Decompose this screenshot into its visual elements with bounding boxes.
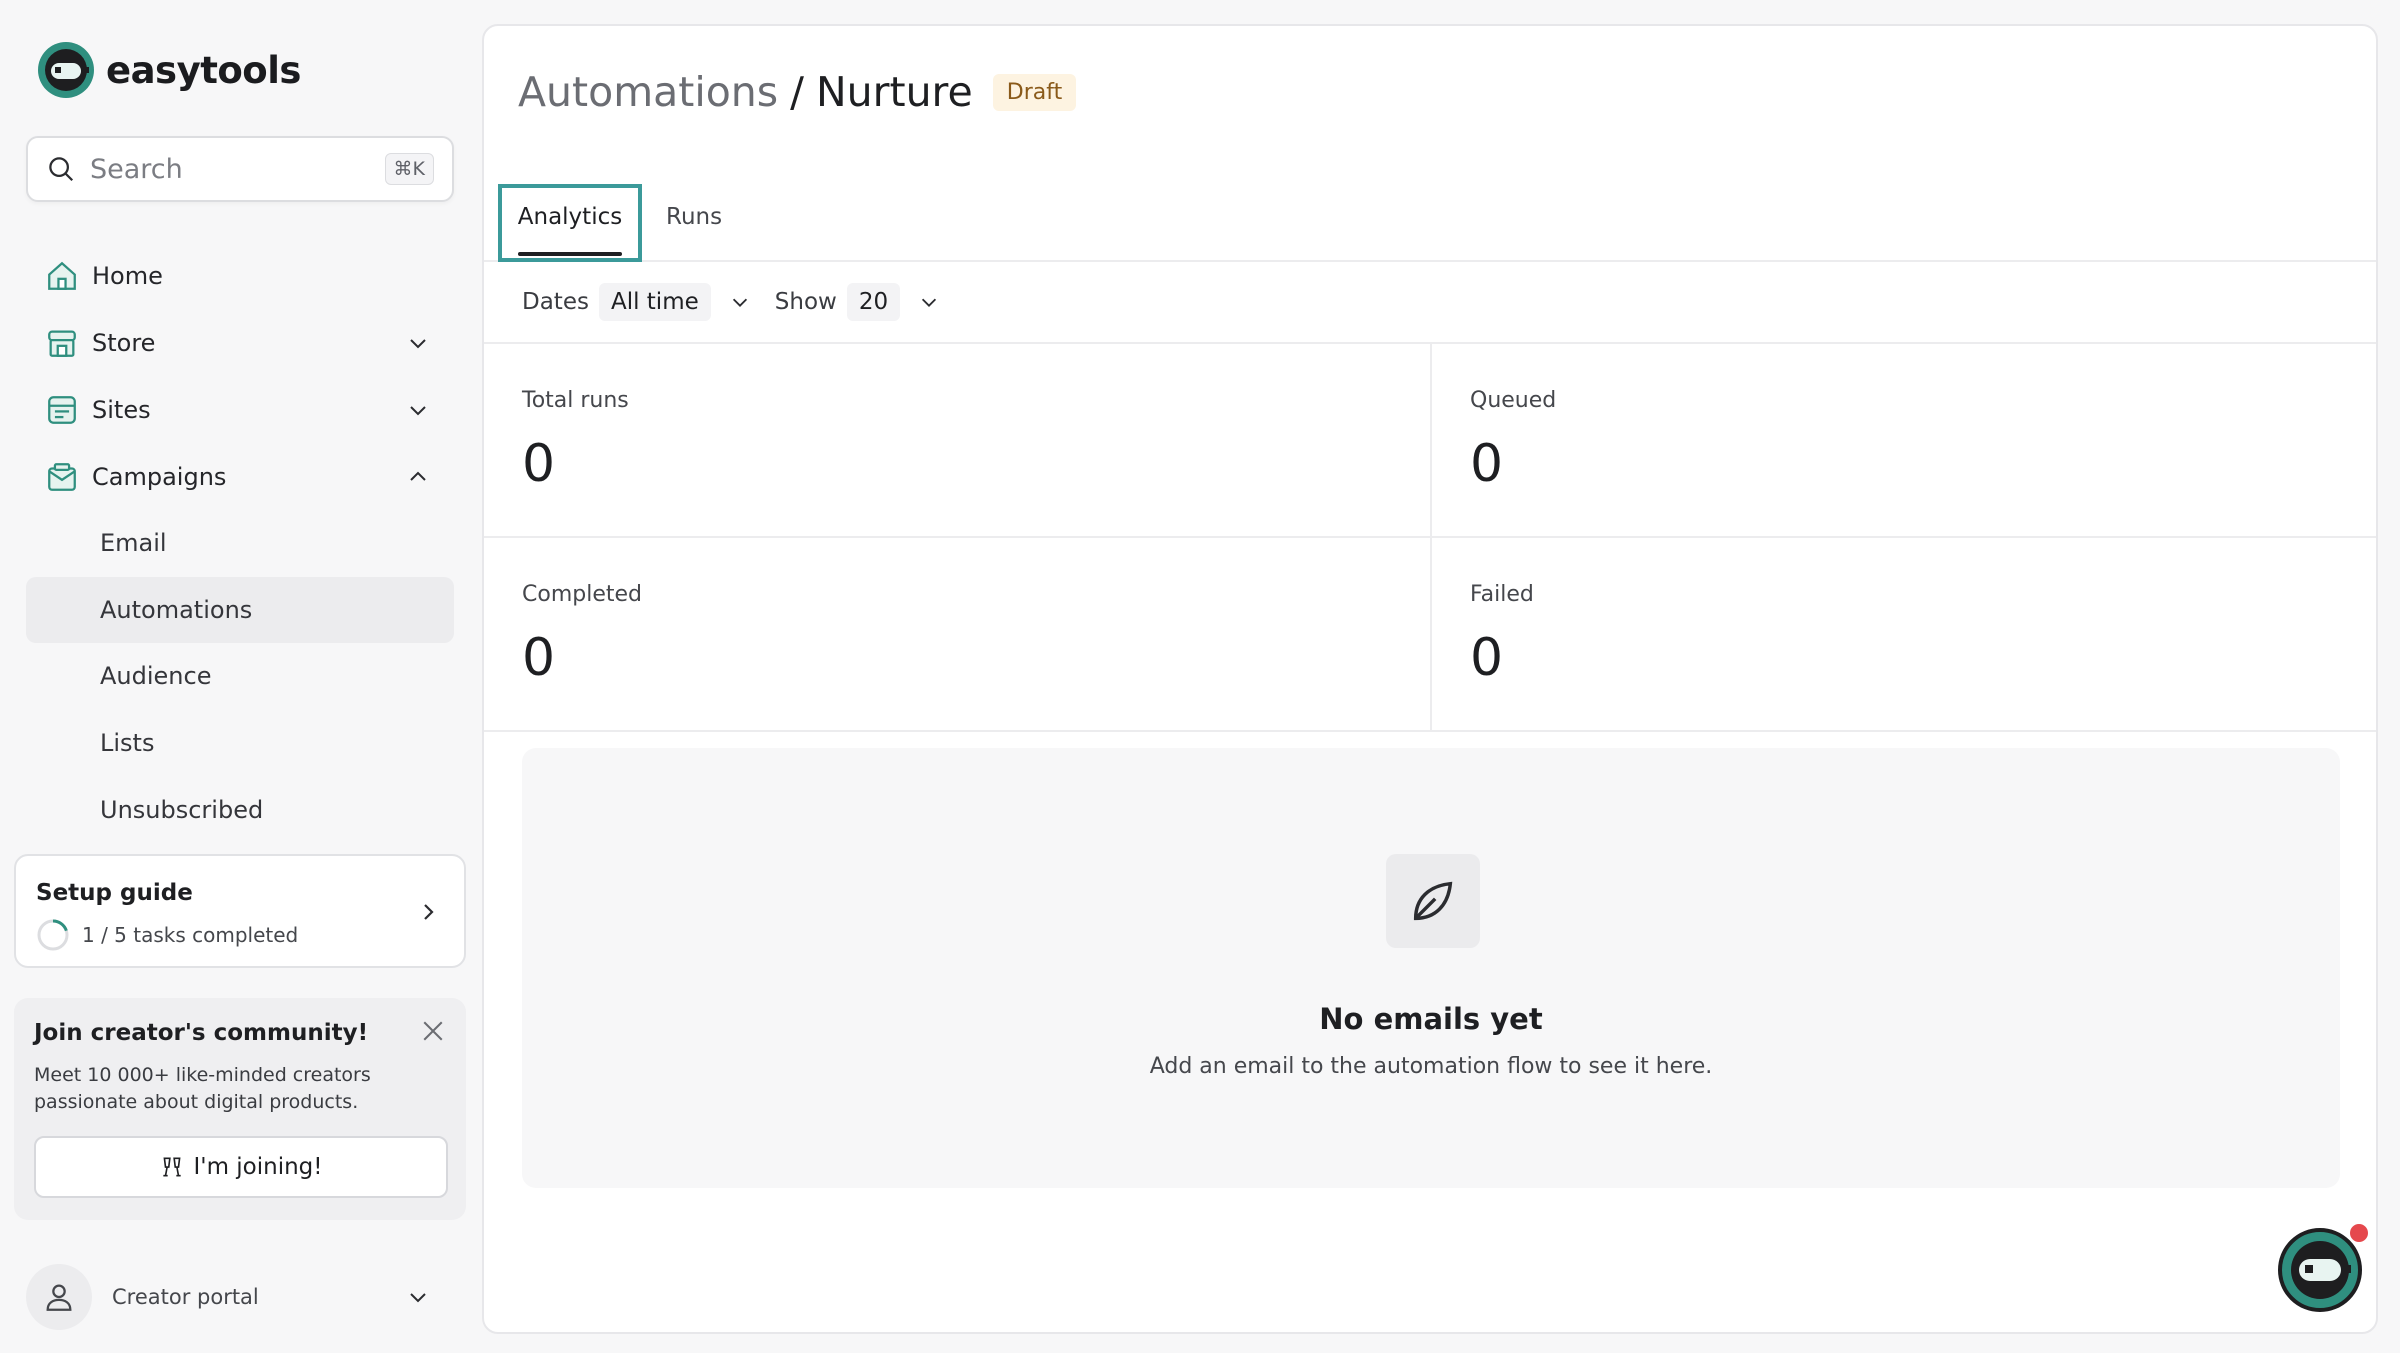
sidebar-item-label: Home — [92, 262, 163, 290]
sidebar-item-home[interactable]: Home — [26, 244, 454, 308]
sidebar-item-label: Store — [92, 329, 156, 357]
setup-guide-title: Setup guide — [36, 880, 193, 906]
show-label: Show — [774, 289, 837, 315]
sidebar-subitem-unsubscribed[interactable]: Unsubscribed — [26, 777, 454, 843]
user-menu[interactable]: Creator portal — [26, 1264, 454, 1330]
user-icon — [46, 1284, 72, 1311]
tab-bar: Analytics Runs — [484, 166, 2376, 262]
stat-label: Total runs — [522, 388, 629, 413]
community-text: Meet 10 000+ like-minded creators passio… — [34, 1064, 371, 1113]
stat-value: 0 — [1470, 628, 1504, 688]
community-card: Join creator's community! Meet 10 000+ l… — [14, 998, 466, 1220]
stat-failed: Failed 0 — [1432, 538, 2376, 732]
sidebar-item-label: Campaigns — [92, 463, 227, 491]
home-icon — [44, 258, 80, 294]
chevron-down-icon[interactable] — [729, 291, 751, 313]
sidebar-subitem-audience[interactable]: Audience — [26, 643, 454, 709]
setup-guide-card[interactable]: Setup guide 1 / 5 tasks completed — [14, 854, 466, 968]
search-placeholder: Search — [90, 153, 183, 185]
user-label: Creator portal — [112, 1285, 259, 1309]
sidebar: easytools Search ⌘K Home Store Sites Cam… — [0, 0, 480, 1353]
empty-state-title: No emails yet — [1319, 1002, 1543, 1036]
main-panel: Automations / Nurture Draft Analytics Ru… — [482, 24, 2378, 1334]
show-select[interactable]: 20 — [846, 283, 901, 321]
cheers-icon — [163, 1157, 182, 1177]
stat-label: Failed — [1470, 582, 1534, 607]
status-badge: Draft — [992, 73, 1077, 111]
leaf-send-icon — [1386, 854, 1480, 948]
join-community-label: I'm joining! — [193, 1154, 323, 1180]
active-tab-indicator — [518, 252, 622, 256]
campaigns-icon — [44, 459, 80, 495]
tab-runs[interactable]: Runs — [666, 204, 722, 230]
chevron-right-icon[interactable] — [416, 900, 440, 924]
chevron-down-icon[interactable] — [918, 291, 940, 313]
stat-label: Completed — [522, 582, 642, 607]
search-shortcut: ⌘K — [384, 153, 434, 185]
logo[interactable]: easytools — [38, 42, 301, 98]
breadcrumb-separator: / — [790, 68, 804, 116]
chevron-down-icon[interactable] — [406, 331, 430, 355]
progress-ring-icon — [37, 919, 69, 951]
stat-total-runs: Total runs 0 — [484, 344, 1432, 538]
search-icon — [49, 157, 74, 182]
setup-guide-progress-text: 1 / 5 tasks completed — [82, 923, 299, 947]
store-icon — [44, 325, 80, 361]
sidebar-item-campaigns[interactable]: Campaigns — [26, 445, 454, 509]
notification-dot — [2348, 1222, 2370, 1244]
sidebar-item-label: Sites — [92, 396, 151, 424]
chevron-up-icon[interactable] — [406, 465, 430, 489]
support-chat-button[interactable] — [2278, 1228, 2362, 1312]
dates-label: Dates — [522, 289, 589, 315]
breadcrumb-parent[interactable]: Automations — [518, 68, 778, 116]
sidebar-item-sites[interactable]: Sites — [26, 378, 454, 442]
page-title: Nurture — [815, 68, 973, 116]
stat-value: 0 — [1470, 434, 1504, 494]
sidebar-subitem-automations[interactable]: Automations — [26, 577, 454, 643]
filter-bar: Dates All time Show 20 — [484, 262, 2376, 344]
empty-state-subtitle: Add an email to the automation flow to s… — [1149, 1054, 1713, 1079]
empty-state: No emails yet Add an email to the automa… — [522, 748, 2340, 1188]
stat-queued: Queued 0 — [1432, 344, 2376, 538]
breadcrumb: Automations / Nurture Draft — [518, 68, 1077, 116]
sidebar-subitem-email[interactable]: Email — [26, 510, 454, 576]
sites-icon — [44, 392, 80, 428]
sloth-logo-icon — [38, 42, 94, 98]
stat-label: Queued — [1470, 388, 1557, 413]
community-title: Join creator's community! — [34, 1020, 369, 1046]
tab-analytics[interactable]: Analytics — [498, 184, 642, 262]
sidebar-item-store[interactable]: Store — [26, 311, 454, 375]
search-input[interactable]: Search ⌘K — [26, 136, 454, 202]
avatar — [26, 1264, 92, 1330]
sidebar-subitem-lists[interactable]: Lists — [26, 710, 454, 776]
tab-label: Analytics — [517, 204, 623, 230]
dates-select[interactable]: All time — [598, 283, 711, 321]
stat-value: 0 — [522, 434, 556, 494]
stat-completed: Completed 0 — [484, 538, 1432, 732]
close-icon[interactable] — [418, 1016, 448, 1046]
chevron-down-icon[interactable] — [406, 398, 430, 422]
sloth-avatar-icon — [2291, 1241, 2351, 1299]
stat-value: 0 — [522, 628, 556, 688]
chevron-down-icon[interactable] — [406, 1285, 430, 1309]
setup-guide-progress: 1 / 5 tasks completed — [36, 918, 298, 952]
join-community-button[interactable]: I'm joining! — [34, 1136, 448, 1198]
app-name: easytools — [106, 48, 301, 92]
